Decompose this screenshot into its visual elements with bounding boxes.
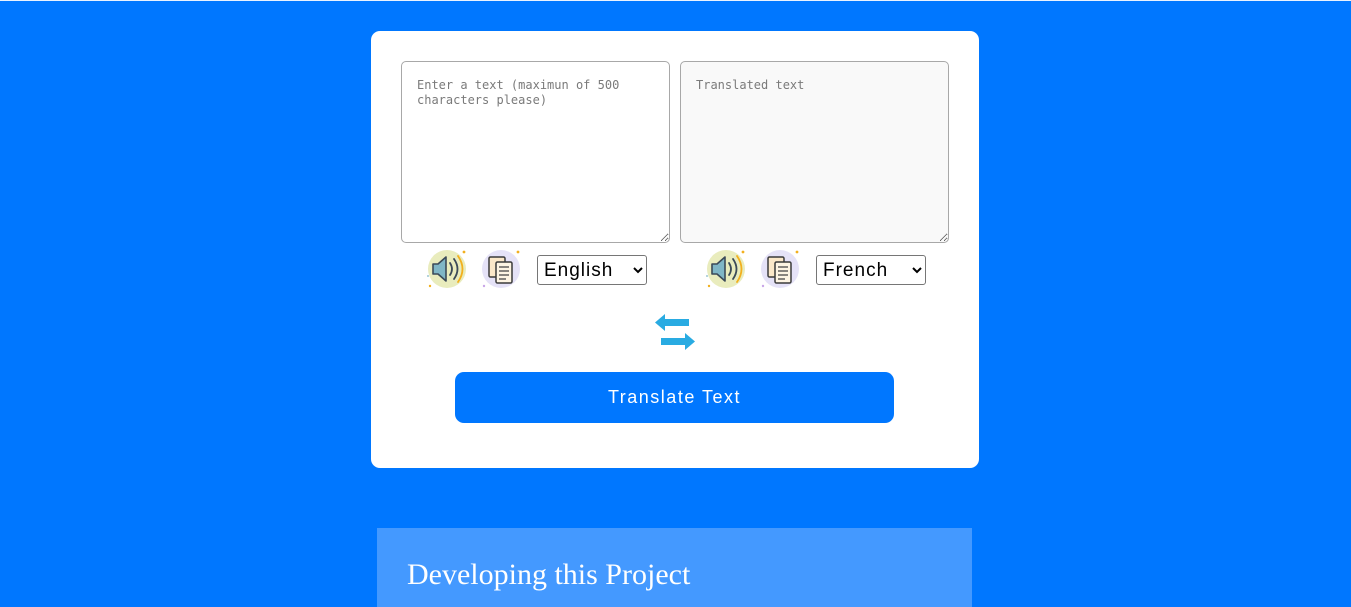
source-text-input[interactable] xyxy=(401,61,670,243)
about-section: Developing this Project xyxy=(377,528,972,607)
translate-button[interactable]: Translate Text xyxy=(455,372,894,423)
translator-card: English French xyxy=(371,31,979,468)
source-copy-icon[interactable] xyxy=(480,248,522,290)
about-heading: Developing this Project xyxy=(407,558,691,591)
swap-arrows-icon[interactable] xyxy=(653,313,697,351)
source-language-select[interactable]: English French xyxy=(537,255,647,285)
target-speaker-icon[interactable] xyxy=(705,248,747,290)
top-edge-line xyxy=(0,0,1351,1)
target-copy-icon[interactable] xyxy=(759,248,801,290)
target-language-select[interactable]: French English xyxy=(816,255,926,285)
translated-text-output[interactable] xyxy=(680,61,949,243)
source-speaker-icon[interactable] xyxy=(426,248,468,290)
